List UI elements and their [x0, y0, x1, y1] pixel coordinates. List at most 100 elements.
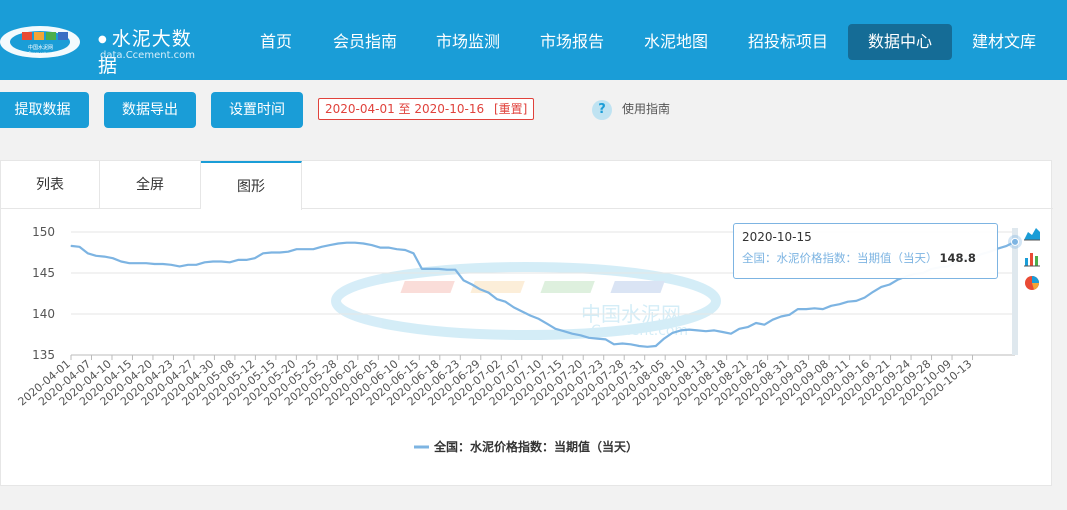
site-logo[interactable]: 中国水泥网 Ccement.com ● 水泥大数据 data.Ccement.co…: [0, 18, 210, 77]
data-point: [763, 324, 765, 326]
y-tick-label: 150: [32, 225, 55, 239]
top-nav-bar: 中国水泥网 Ccement.com ● 水泥大数据 data.Ccement.co…: [0, 0, 1067, 80]
data-point: [354, 242, 356, 244]
data-point: [889, 283, 891, 286]
data-point: [738, 328, 740, 330]
nav-materials-library[interactable]: 建材文库: [962, 24, 1046, 60]
logo-mark-icon: 中国水泥网 Ccement.com: [0, 26, 80, 58]
data-point: [379, 246, 381, 249]
data-point: [321, 246, 323, 248]
data-point: [563, 330, 565, 332]
data-point: [270, 251, 273, 254]
set-time-button[interactable]: 设置时间: [211, 92, 303, 128]
data-point: [630, 343, 632, 345]
area-chart-icon[interactable]: [1022, 223, 1042, 243]
data-point: [254, 257, 256, 259]
data-point: [112, 257, 114, 259]
data-point: [387, 246, 390, 249]
data-point: [755, 322, 757, 324]
data-point: [805, 308, 807, 310]
reset-date-link[interactable]: [重置]: [494, 102, 527, 116]
data-point: [797, 308, 799, 310]
data-point: [847, 301, 849, 303]
data-point: [371, 244, 373, 246]
y-tick-label: 140: [32, 307, 55, 321]
data-point: [605, 338, 607, 341]
nav-market-monitor[interactable]: 市场监测: [426, 24, 510, 60]
data-point: [195, 264, 197, 266]
data-point: [588, 337, 590, 339]
chart-legend[interactable]: 全国：水泥价格指数：当期值（当天）: [414, 439, 638, 454]
chart-panel: 列表 全屏 图形 中国水泥网 Ccement.com 135 140 145 150 …: [0, 160, 1053, 486]
nav-tender-projects[interactable]: 招投标项目: [738, 24, 838, 60]
bar-chart-icon[interactable]: [1022, 249, 1042, 269]
data-point: [362, 242, 364, 245]
data-point: [713, 329, 715, 331]
tab-chart[interactable]: 图形: [201, 161, 302, 210]
data-point: [262, 252, 264, 254]
data-point: [488, 292, 490, 294]
help-label: 使用指南: [622, 102, 671, 116]
data-point: [421, 268, 423, 270]
data-point: [546, 323, 548, 325]
nav-market-report[interactable]: 市场报告: [530, 24, 614, 60]
tooltip-series: 全国：水泥价格指数：当期值（当天）: [742, 251, 938, 265]
data-point: [153, 263, 156, 265]
data-point: [813, 307, 816, 309]
data-point: [204, 261, 206, 263]
page-footer-strip: [0, 503, 1067, 510]
data-point: [295, 248, 298, 250]
data-point: [312, 248, 314, 250]
data-point: [287, 251, 289, 253]
data-point: [579, 334, 582, 336]
data-point: [646, 346, 649, 348]
y-axis: 135 140 145 150: [32, 225, 55, 362]
data-point: [897, 278, 899, 281]
data-point: [78, 246, 80, 248]
data-point: [437, 268, 440, 270]
data-point: [780, 315, 782, 318]
data-point: [429, 268, 431, 270]
chart-tooltip: 2020-10-15 全国：水泥价格指数：当期值（当天） 148.8: [733, 223, 998, 279]
data-point: [1006, 245, 1008, 247]
data-point: [822, 308, 824, 310]
nav-home[interactable]: 首页: [250, 24, 302, 60]
data-point: [688, 328, 690, 331]
data-point: [446, 269, 448, 271]
data-point: [872, 291, 874, 293]
data-point: [179, 265, 181, 268]
data-point: [346, 242, 348, 244]
legend-label: 全国：水泥价格指数：当期值（当天）: [433, 439, 638, 454]
nav-cement-map[interactable]: 水泥地图: [634, 24, 718, 60]
data-point: [329, 244, 331, 246]
export-data-button[interactable]: 数据导出: [104, 92, 196, 128]
data-point: [220, 260, 222, 263]
fetch-data-button[interactable]: 提取数据: [0, 92, 89, 128]
data-point: [638, 345, 640, 347]
data-point: [412, 252, 415, 254]
watermark: 中国水泥网 Ccement.com: [331, 262, 721, 340]
nav-member-guide[interactable]: 会员指南: [323, 24, 407, 60]
data-point: [696, 329, 699, 331]
data-point: [730, 333, 732, 335]
data-point: [529, 315, 532, 317]
data-point: [396, 248, 398, 250]
nav-data-center[interactable]: 数据中心: [848, 24, 953, 60]
data-point: [245, 259, 248, 261]
x-axis: 2020-04-012020-04-072020-04-102020-04-15…: [16, 354, 1015, 408]
tab-list[interactable]: 列表: [1, 161, 100, 209]
help-guide[interactable]: ? 使用指南: [592, 97, 670, 121]
tooltip-line: 全国：水泥价格指数：当期值（当天） 148.8: [742, 250, 989, 266]
tab-fullscreen[interactable]: 全屏: [100, 161, 201, 209]
pie-chart-icon[interactable]: [1022, 273, 1042, 293]
date-range-display: 2020-04-01 至 2020-10-16 [重置]: [318, 98, 535, 120]
data-point: [95, 255, 97, 257]
y-tick-label: 135: [32, 348, 55, 362]
data-point: [496, 298, 498, 300]
data-point: [229, 261, 231, 263]
toolbar: 提取数据 数据导出 设置时间 2020-04-01 至 2020-10-16 […: [0, 80, 1067, 152]
data-point: [830, 305, 832, 307]
data-point: [463, 279, 465, 281]
data-point: [671, 332, 674, 334]
data-point: [479, 288, 481, 290]
